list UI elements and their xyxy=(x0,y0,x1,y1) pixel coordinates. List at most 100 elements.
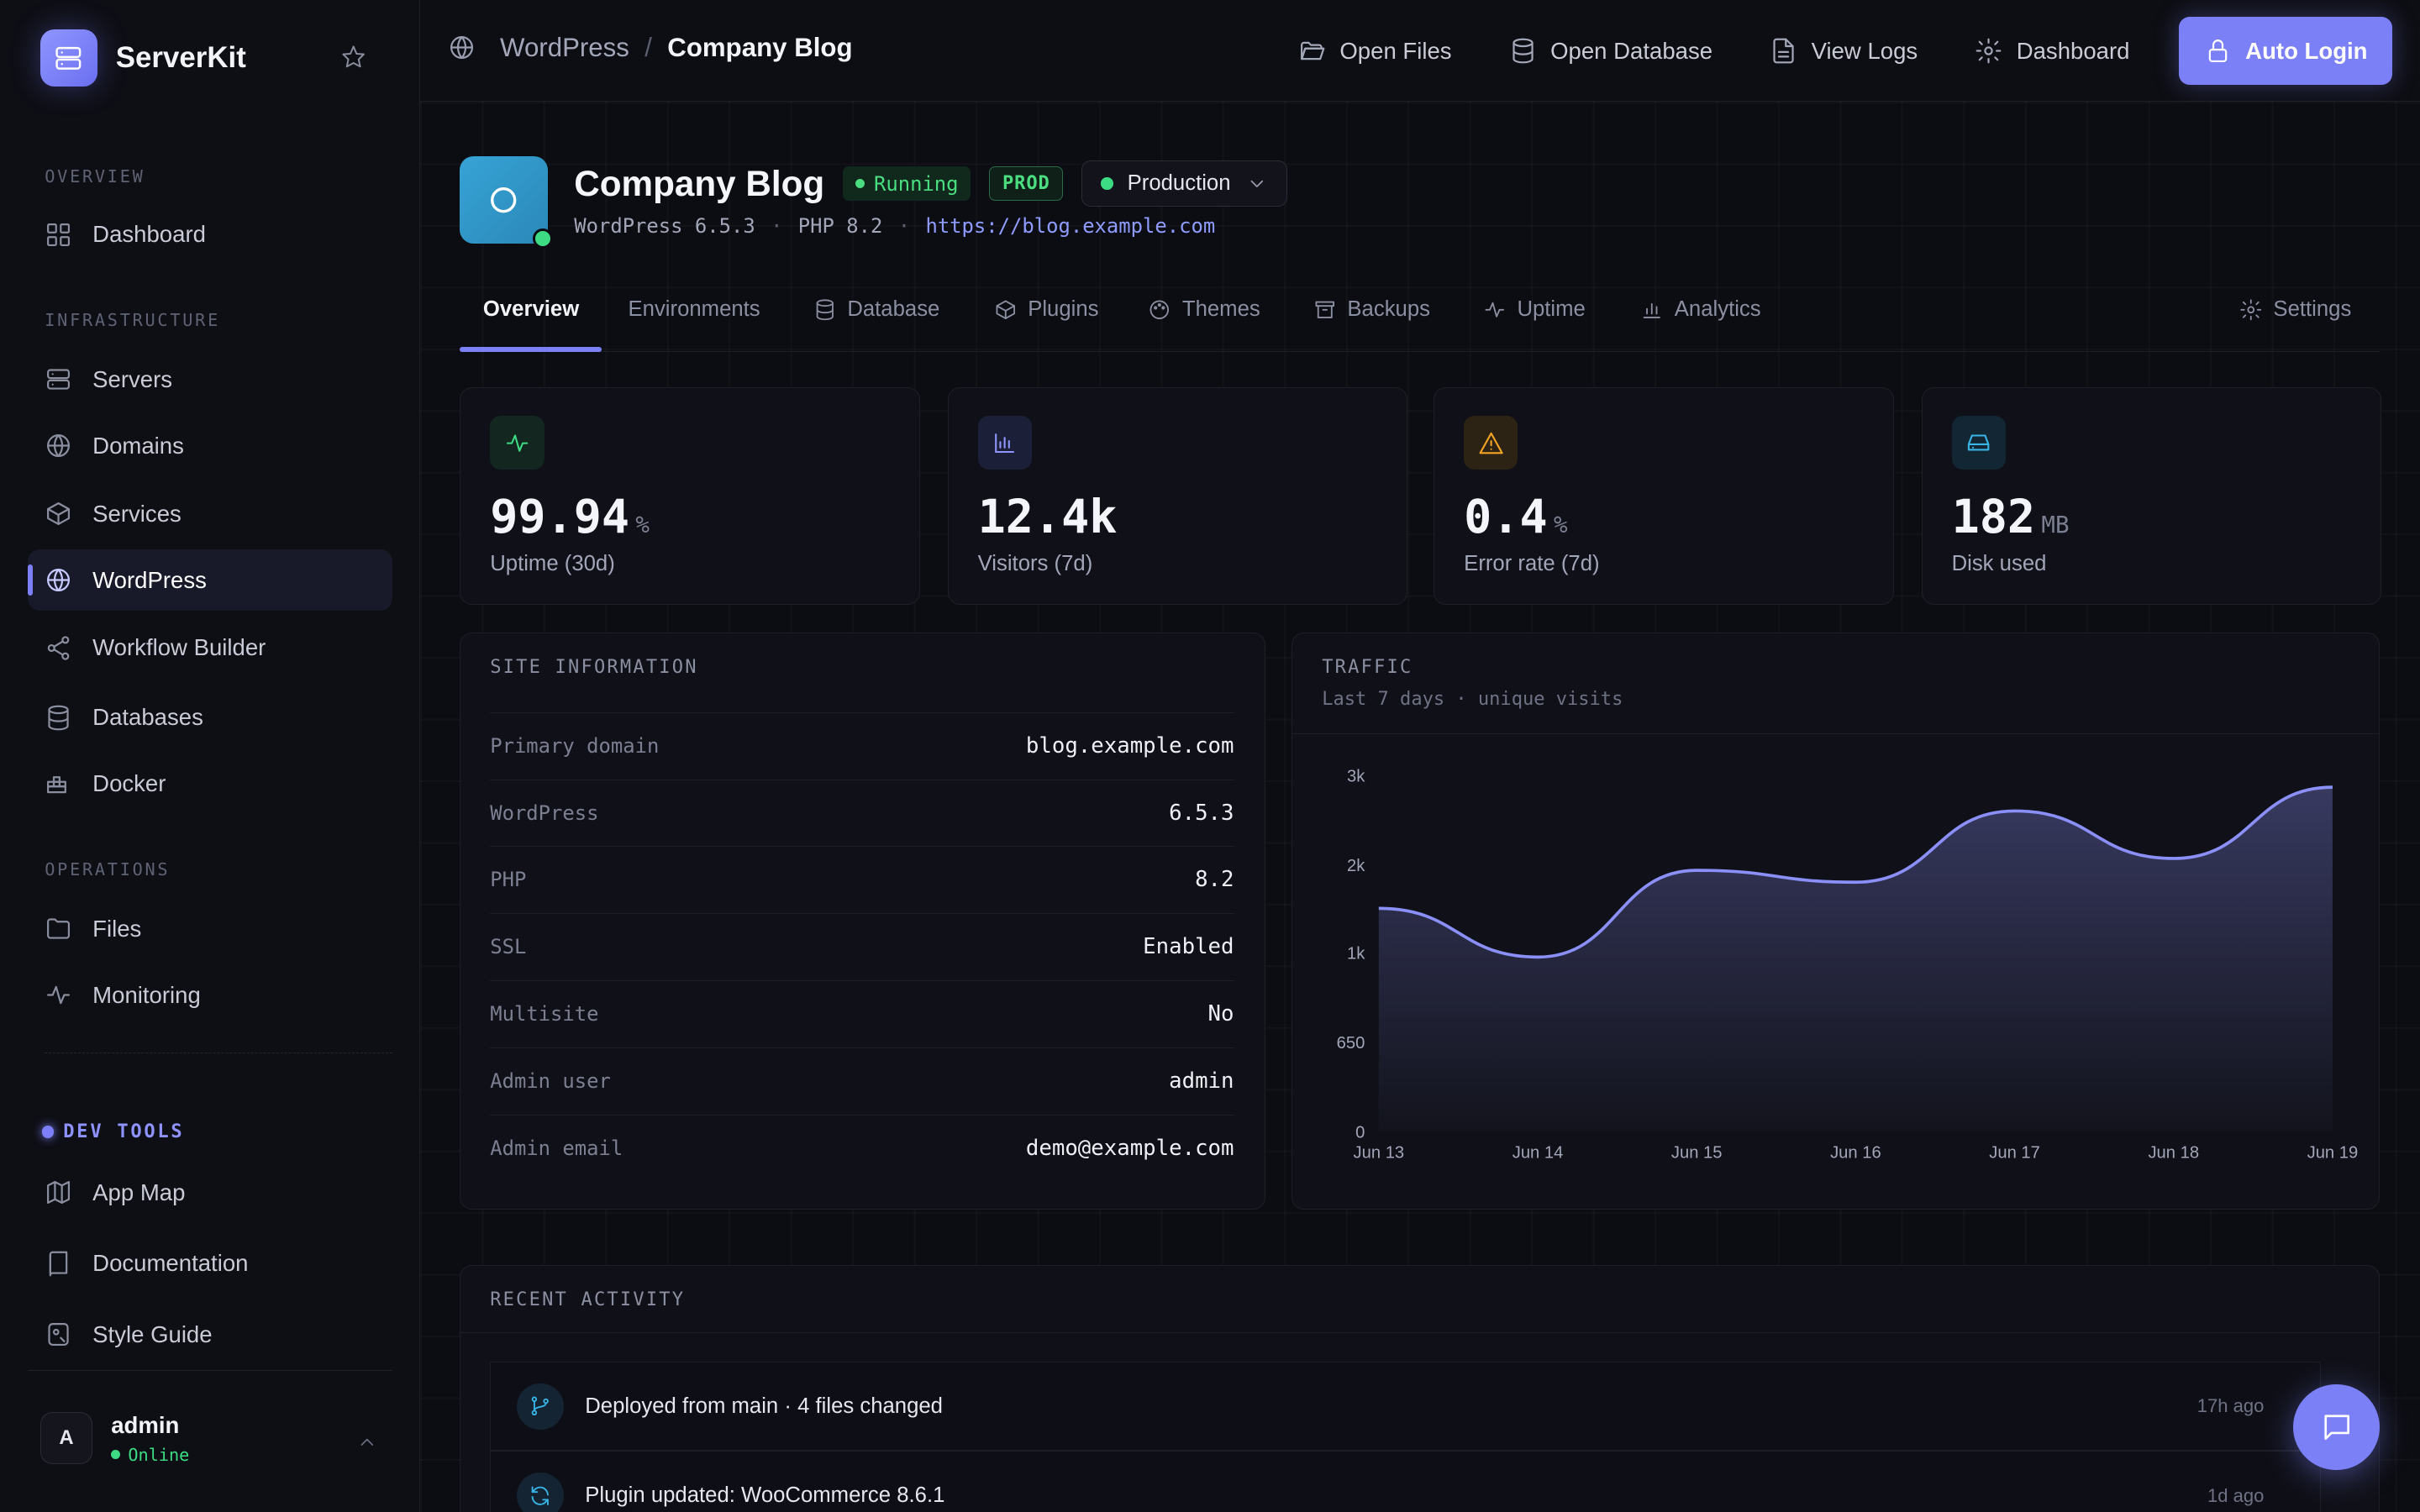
open-database-button[interactable]: Open Database xyxy=(1509,37,1713,65)
y-tick-label: 2k xyxy=(1347,857,1365,875)
tab-label: Plugins xyxy=(1028,297,1099,322)
sidebar: ServerKit OVERVIEW Dashboard INFRASTRUCT… xyxy=(0,0,420,1512)
info-key: WordPress xyxy=(490,801,599,825)
sidebar-item-servers[interactable]: Servers xyxy=(28,349,392,410)
globe-icon xyxy=(47,569,71,592)
file-text-icon xyxy=(1773,38,1794,64)
sidebar-item-files[interactable]: Files xyxy=(28,898,392,959)
info-key: Primary domain xyxy=(490,733,660,758)
activity-item[interactable]: Deployed from main · 4 files changed 17h… xyxy=(490,1361,2321,1452)
breadcrumb-current: Company Blog xyxy=(667,32,853,62)
tab-database[interactable]: Database xyxy=(813,297,939,322)
sidebar-footer-divider xyxy=(28,1369,392,1371)
site-wordpress-version: WordPress 6.5.3 xyxy=(574,214,755,239)
info-key: Multisite xyxy=(490,1002,599,1026)
sidebar-item-app-map[interactable]: App Map xyxy=(28,1162,392,1223)
sidebar-item-workflow-builder[interactable]: Workflow Builder xyxy=(28,617,392,679)
open-files-button[interactable]: Open Files xyxy=(1298,37,1452,65)
sidebar-item-monitoring[interactable]: Monitoring xyxy=(28,964,392,1026)
user-status: Online xyxy=(111,1445,189,1465)
sidebar-item-label: Documentation xyxy=(92,1250,249,1277)
tab-label: Backups xyxy=(1347,297,1430,322)
tab-environments[interactable]: Environments xyxy=(629,297,760,322)
traffic-area xyxy=(1379,787,2333,1132)
chevron-up-icon[interactable] xyxy=(356,1431,378,1453)
tab-backups[interactable]: Backups xyxy=(1313,297,1430,322)
y-tick-label: 650 xyxy=(1337,1034,1365,1053)
star-icon[interactable] xyxy=(341,45,366,69)
lock-icon xyxy=(2208,39,2227,63)
tab-overview[interactable]: Overview xyxy=(483,297,579,322)
tab-uptime[interactable]: Uptime xyxy=(1483,297,1586,322)
panel-title: SITE INFORMATION xyxy=(490,656,698,678)
gear-icon xyxy=(1975,38,2002,64)
info-row: WordPress 6.5.3 xyxy=(490,779,1234,846)
recent-activity-panel: RECENT ACTIVITY Deployed from main · 4 f… xyxy=(460,1265,2381,1512)
info-value: 6.5.3 xyxy=(1169,800,1234,826)
breadcrumb: WordPress / Company Blog xyxy=(448,33,853,63)
tab-label: Themes xyxy=(1181,297,1260,322)
breadcrumb-parent[interactable]: WordPress xyxy=(500,33,629,63)
activity-time: 17h ago xyxy=(2196,1395,2265,1417)
avatar: A xyxy=(39,1412,93,1465)
container-icon xyxy=(47,775,67,793)
y-tick-label: 1k xyxy=(1347,945,1365,963)
sidebar-item-domains[interactable]: Domains xyxy=(28,415,392,476)
environment-select[interactable]: Production xyxy=(1081,160,1287,207)
stat-value: 12.4k xyxy=(978,490,1118,543)
server-logo-icon xyxy=(39,29,97,87)
info-value: No xyxy=(1207,1001,1234,1027)
auto-login-button[interactable]: Auto Login xyxy=(2179,17,2392,86)
x-tick-label: Jun 15 xyxy=(1671,1144,1723,1163)
open-database-label: Open Database xyxy=(1550,37,1713,64)
gear-icon xyxy=(2240,299,2262,321)
user-status-label: Online xyxy=(128,1444,190,1465)
site-url-link[interactable]: https://blog.example.com xyxy=(925,214,1215,238)
sidebar-item-documentation[interactable]: Documentation xyxy=(28,1233,392,1294)
activity-icon xyxy=(1485,302,1505,318)
chat-button[interactable] xyxy=(2293,1383,2381,1471)
tab-themes[interactable]: Themes xyxy=(1148,297,1260,322)
map-icon xyxy=(47,1181,71,1205)
tab-analytics[interactable]: Analytics xyxy=(1640,297,1761,322)
app-name: ServerKit xyxy=(115,40,246,74)
x-tick-label: Jun 19 xyxy=(2307,1144,2359,1163)
stat-label: Visitors (7d) xyxy=(977,551,1093,575)
stat-label: Disk used xyxy=(1951,551,2047,575)
sidebar-item-label: Servers xyxy=(92,365,173,392)
x-tick-label: Jun 17 xyxy=(1990,1144,2041,1163)
refresh-icon xyxy=(517,1473,564,1512)
brand[interactable]: ServerKit xyxy=(39,29,246,87)
view-logs-label: View Logs xyxy=(1811,37,1918,64)
site-information-panel: SITE INFORMATION Primary domain blog.exam… xyxy=(460,633,1266,1210)
nav-section-infrastructure: INFRASTRUCTURE xyxy=(45,310,220,331)
info-row: SSL Enabled xyxy=(490,913,1234,979)
nav-section-operations: OPERATIONS xyxy=(45,859,171,880)
sidebar-item-label: WordPress xyxy=(92,566,207,593)
tab-plugins[interactable]: Plugins xyxy=(994,297,1099,322)
sidebar-item-docker[interactable]: Docker xyxy=(28,753,392,814)
activity-text: Deployed from main · 4 files changed xyxy=(585,1394,943,1418)
info-value: demo@example.com xyxy=(1025,1136,1234,1162)
auto-login-label: Auto Login xyxy=(2245,37,2368,64)
sidebar-item-databases[interactable]: Databases xyxy=(28,686,392,748)
sidebar-item-label: Docker xyxy=(92,770,166,797)
online-dot-icon xyxy=(532,228,553,249)
status-badge: Running xyxy=(843,166,971,201)
dashboard-button[interactable]: Dashboard xyxy=(1975,37,2129,65)
activity-item[interactable]: Plugin updated: WooCommerce 8.6.1 1d ago xyxy=(490,1451,2321,1512)
x-tick-label: Jun 16 xyxy=(1830,1144,1881,1163)
user-menu[interactable]: A admin Online xyxy=(39,1412,189,1465)
site-meta: WordPress 6.5.3 · PHP 8.2 · https://blog… xyxy=(574,214,1215,238)
sidebar-item-dashboard[interactable]: Dashboard xyxy=(28,203,392,265)
sidebar-item-wordpress[interactable]: WordPress xyxy=(28,549,392,612)
sidebar-item-services[interactable]: Services xyxy=(28,483,392,544)
tab-label: Analytics xyxy=(1674,297,1761,322)
sidebar-item-style-guide[interactable]: Style Guide xyxy=(28,1304,392,1365)
archive-icon xyxy=(1315,301,1335,319)
stat-number: 12.4k xyxy=(977,490,1118,544)
tab-settings[interactable]: Settings xyxy=(2239,297,2351,322)
traffic-chart: 0 650 1k 2k 3k Jun 13 Jun 14 Jun 15 Jun 16 Jun 17… xyxy=(1337,767,2359,1163)
view-logs-button[interactable]: View Logs xyxy=(1770,37,1918,65)
palette-icon xyxy=(48,1323,69,1347)
